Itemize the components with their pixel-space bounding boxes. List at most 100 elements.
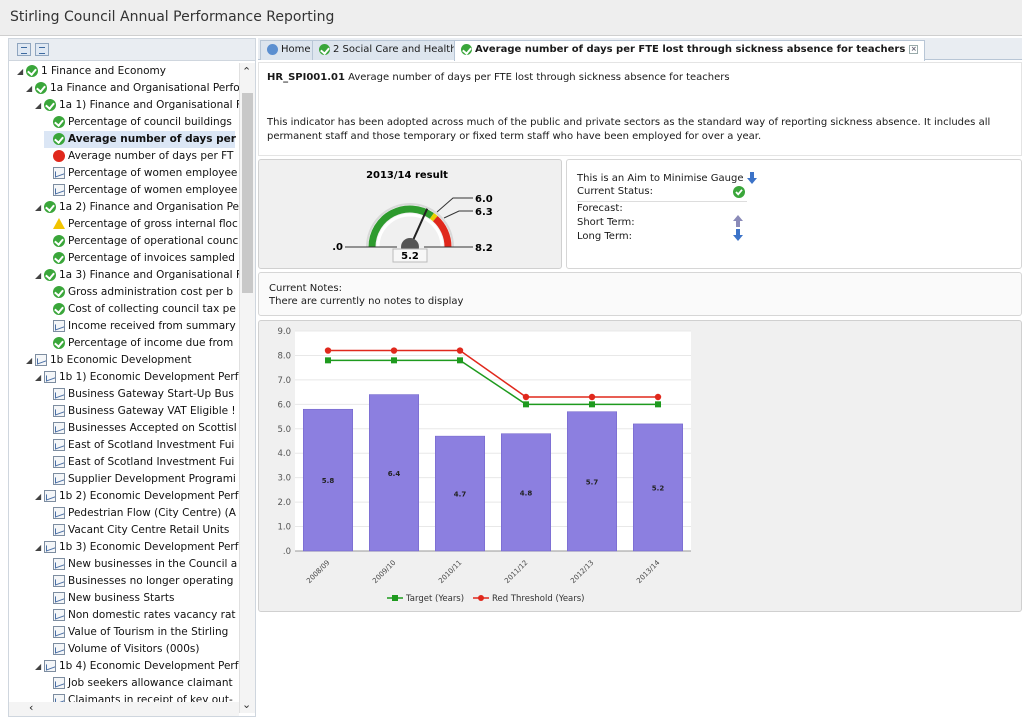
gauge-title: 2013/14 result [366,170,448,181]
tree-item[interactable]: Volume of Visitors (000s) [44,641,199,658]
tree-item[interactable]: Percentage of income due from [44,335,233,352]
long-term-trend-icon [733,229,743,241]
tree-item[interactable]: Pedestrian Flow (City Centre) (A [44,505,236,522]
tree-item[interactable]: ◢ 1b 1) Economic Development Perfc [35,369,239,386]
tree-item[interactable]: Non domestic rates vacancy rat [44,607,236,624]
tree-item[interactable]: Percentage of council buildings [44,114,232,131]
gauge-threshold-label: 6.3 [475,207,493,218]
collapse-arrow-icon[interactable]: ◢ [35,539,44,556]
tab-home[interactable]: Home [260,40,318,60]
series-point[interactable] [654,393,662,401]
collapse-arrow-icon[interactable]: ◢ [26,80,35,97]
tree-item-label: Non domestic rates vacancy rat [68,609,236,621]
collapse-arrow-icon[interactable]: ◢ [17,63,26,80]
warning-icon [53,218,65,229]
chart-icon [53,524,65,536]
collapse-arrow-icon[interactable]: ◢ [26,352,35,369]
chart-icon [53,558,65,570]
tree-item[interactable]: ◢ 1a 3) Finance and Organisational F [35,267,239,284]
collapse-arrow-icon[interactable]: ◢ [35,488,44,505]
series-point[interactable] [522,393,530,401]
tree-item[interactable]: Percentage of women employee [44,182,237,199]
tree-item[interactable]: ◢ 1a Finance and Organisational Perforn [26,80,239,97]
scroll-up-icon[interactable]: ⌃ [242,65,251,78]
bar-value-label: 4.8 [520,489,533,497]
tree-item[interactable]: Percentage of invoices sampled [44,250,235,267]
tree-item[interactable]: ◢ 1 Finance and Economy [17,63,166,80]
chart-icon [53,405,65,417]
tree-item-label: Pedestrian Flow (City Centre) (A [68,507,236,519]
series-point[interactable] [390,347,398,354]
bar-value-label: 6.4 [388,470,401,478]
short-term-trend-icon [733,215,743,227]
tree-item[interactable]: ◢ 1b Economic Development [26,352,192,369]
series-point[interactable] [391,357,397,364]
tree-item[interactable]: Supplier Development Programi [44,471,236,488]
gauge-note: This is an Aim to Minimise Gauge [577,172,757,184]
tree-item[interactable]: ◢ 1b 4) Economic Development Perfc [35,658,239,675]
status-ok-icon [733,186,745,198]
tree-item[interactable]: Gross administration cost per b [44,284,233,301]
series-point[interactable] [655,401,661,408]
tree-item[interactable]: Percentage of women employee [44,165,237,182]
tree-item[interactable]: ◢ 1b 3) Economic Development Perfc [35,539,239,556]
tree-item[interactable]: Cost of collecting council tax pe [44,301,236,318]
series-point[interactable] [457,357,463,364]
tree-item[interactable]: ◢ 1a 2) Finance and Organisation Pe [35,199,239,216]
series-point[interactable] [456,347,464,354]
status-red-icon [53,150,65,162]
scroll-left-icon[interactable]: ‹ [29,701,33,714]
series-point[interactable] [324,347,332,354]
bar-chart: 5.8 6.4 4.7 4.8 5.7 5.2 .0 1.0 2.0 3.0 4.0 5.0 6.0 7… [277,327,691,604]
tree-item[interactable]: East of Scotland Investment Fui [44,454,234,471]
series-point[interactable] [523,401,529,408]
close-icon[interactable]: × [909,44,919,54]
tab-indicator[interactable]: Average number of days per FTE lost thro… [454,40,926,61]
tree-item[interactable]: ◢ 1b 2) Economic Development Perfc [35,488,239,505]
tree-item[interactable]: Value of Tourism in the Stirling [44,624,228,641]
series-point[interactable] [325,357,331,364]
expand-all-icon[interactable] [17,43,31,56]
chart-icon [44,541,56,553]
collapse-arrow-icon[interactable]: ◢ [35,267,44,284]
tree-item[interactable]: Percentage of gross internal floc [44,216,238,233]
tree-item-label: 1 Finance and Economy [41,65,166,77]
indicator-header-panel: HR_SPI001.01 Average number of days per … [258,62,1022,156]
tree-item[interactable]: East of Scotland Investment Fui [44,437,234,454]
tree-item[interactable]: Business Gateway Start-Up Bus [44,386,234,403]
tree-item[interactable]: Job seekers allowance claimant [44,675,233,692]
collapse-all-icon[interactable] [35,43,49,56]
series-point[interactable] [589,401,595,408]
chart-icon [53,507,65,519]
tab-social-care-health[interactable]: 2 Social Care and Health× [312,40,477,60]
tree-item[interactable]: New business Starts [44,590,174,607]
tree-item[interactable]: Average number of days per [44,131,236,148]
tree-item[interactable]: Average number of days per FT [44,148,233,165]
legend-label: Target (Years) [405,594,464,604]
tree-item-label: Value of Tourism in the Stirling [68,626,229,638]
series-point[interactable] [588,393,596,401]
tree-item-label: 1a Finance and Organisational Perforn [50,82,239,94]
tree-item[interactable]: Income received from summary [44,318,236,335]
gauge-target-label: 6.0 [475,194,493,205]
tree-item[interactable]: New businesses in the Council a [44,556,237,573]
tree-item-label: 1a 1) Finance and Organisational F [59,99,239,111]
status-ok-icon [53,116,65,128]
scroll-down-icon[interactable]: ⌄ [242,698,251,711]
collapse-arrow-icon[interactable]: ◢ [35,199,44,216]
collapse-arrow-icon[interactable]: ◢ [35,369,44,386]
tree-item[interactable]: Businesses Accepted on Scottisl [44,420,237,437]
tree-item[interactable]: Business Gateway VAT Eligible ! [44,403,236,420]
tree-item[interactable]: Vacant City Centre Retail Units [44,522,229,539]
status-ok-icon [461,44,472,55]
scroll-thumb[interactable] [242,93,253,293]
tree-item[interactable]: Percentage of operational counc [44,233,238,250]
tree-vertical-scrollbar[interactable]: ⌃ ⌄ [239,63,255,713]
status-ok-icon [53,133,65,145]
collapse-arrow-icon[interactable]: ◢ [35,97,44,114]
tree-horizontal-scrollbar[interactable]: ‹ [9,701,239,716]
gauge-max-label: 8.2 [475,243,493,254]
tree-item[interactable]: Businesses no longer operating [44,573,233,590]
tree-item[interactable]: ◢ 1a 1) Finance and Organisational F [35,97,239,114]
collapse-arrow-icon[interactable]: ◢ [35,658,44,675]
